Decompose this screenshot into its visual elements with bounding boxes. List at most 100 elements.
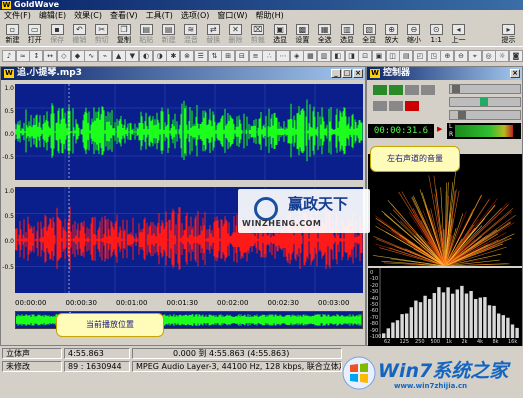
cue-button[interactable]: ▸ 提示 [498, 23, 519, 46]
close-button[interactable]: × [353, 69, 363, 78]
effect-button-36[interactable]: ☼ [495, 50, 510, 62]
effect-button-11[interactable]: ◑ [152, 50, 167, 62]
stop-icon[interactable] [421, 85, 435, 95]
effect-button-35[interactable]: ◎ [481, 50, 496, 62]
effect-button-13[interactable]: ⊗ [180, 50, 195, 62]
effect-button-32[interactable]: ⊕ [440, 50, 455, 62]
winzheng-logo-icon [254, 197, 278, 221]
delete-button[interactable]: ✕ 删除 [225, 23, 246, 46]
select-all-button[interactable]: ▦ 全选 [314, 23, 335, 46]
toolbar-label: 1:1 [430, 36, 442, 44]
spectrum-analyzer: 0 -10 -20 -30 -40 -50 -60 -70 -80 -90 -100 62 125 250… [368, 268, 522, 346]
effect-button-15[interactable]: ⇅ [207, 50, 222, 62]
effect-button-16[interactable]: ⊞ [221, 50, 236, 62]
record-icon[interactable] [405, 101, 419, 111]
menu-item-2[interactable]: 效果(C) [70, 10, 106, 22]
effect-button-2[interactable]: ↕ [29, 50, 44, 62]
zoom-in-button[interactable]: ⊕ 放大 [381, 23, 402, 46]
effect-button-30[interactable]: ◰ [413, 50, 427, 62]
ruler-label: 00:01:30 [166, 299, 198, 307]
controller-titlebar[interactable]: W 控制器 × [367, 67, 522, 80]
effect-button-34[interactable]: ⌖ [467, 50, 482, 62]
effect-button-7[interactable]: ⌁ [97, 50, 112, 62]
copy-button[interactable]: ❐ 复制 [114, 23, 135, 46]
effect-button-19[interactable]: ∴ [262, 50, 277, 62]
menu-item-5[interactable]: 选项(O) [177, 10, 214, 22]
menu-item-0[interactable]: 文件(F) [0, 10, 35, 22]
effect-button-3[interactable]: ↔ [43, 50, 58, 62]
toolbar-label: 选显 [273, 36, 288, 44]
replace-button[interactable]: ⇄ 替换 [203, 23, 224, 46]
minimize-button[interactable]: _ [331, 69, 341, 78]
effect-button-25[interactable]: ◨ [344, 50, 359, 62]
effect-button-5[interactable]: ◆ [70, 50, 85, 62]
effect-button-37[interactable]: ◙ [508, 50, 523, 62]
ruler-label: 00:02:30 [267, 299, 299, 307]
mix-button[interactable]: ≋ 混音 [180, 23, 201, 46]
pause-icon[interactable] [405, 85, 419, 95]
cut-button[interactable]: ✂ 剪切 [91, 23, 112, 46]
spectrum-axis-label: -50 [370, 302, 379, 308]
paste-new-button[interactable]: ▤ 新建 [158, 23, 179, 46]
select-view-button[interactable]: ▣ 选显 [270, 23, 291, 46]
maximize-button[interactable]: □ [342, 69, 352, 78]
effect-button-29[interactable]: ▤ [399, 50, 414, 62]
controller-close-button[interactable]: × [510, 69, 520, 78]
spectrum-bar [395, 320, 400, 338]
time-ruler[interactable]: 00:00:00 00:00:30 00:01:00 00:01:30 00:02:00… [15, 296, 363, 310]
effect-button-1[interactable]: ≈ [15, 50, 30, 62]
fast-forward-icon[interactable] [389, 101, 403, 111]
axis-label: -0.5 [2, 263, 14, 271]
effect-button-33[interactable]: ⊖ [454, 50, 469, 62]
menu-item-1[interactable]: 编辑(E) [35, 10, 70, 22]
zoom-out-icon: ⊖ [407, 24, 421, 35]
effect-button-4[interactable]: ◇ [56, 50, 71, 62]
left-channel-waveform[interactable] [15, 84, 363, 180]
effect-button-26[interactable]: ⊡ [358, 50, 373, 62]
wave-window-titlebar[interactable]: W 追.小提琴.mp3 _ □ × [1, 67, 365, 80]
previous-button[interactable]: ◂ 上一 [448, 23, 469, 46]
open-button[interactable]: ▭ 打开 [24, 23, 45, 46]
play-selection-icon[interactable] [389, 85, 403, 95]
paste-button[interactable]: ▤ 粘贴 [136, 23, 157, 46]
save-button[interactable]: ▪ 保存 [47, 23, 68, 46]
volume-slider[interactable] [449, 84, 521, 94]
toolbar-label: 保存 [50, 36, 65, 44]
effect-button-12[interactable]: ✱ [166, 50, 181, 62]
effect-button-20[interactable]: ⋯ [276, 50, 290, 62]
rewind-icon[interactable] [373, 101, 387, 111]
balance-slider[interactable] [449, 97, 521, 107]
menu-item-4[interactable]: 工具(T) [142, 10, 177, 22]
play-icon[interactable] [373, 85, 387, 95]
effect-button-6[interactable]: ∿ [84, 50, 99, 62]
menu-item-3[interactable]: 查看(V) [106, 10, 142, 22]
effect-button-9[interactable]: ▼ [125, 50, 140, 62]
effect-button-23[interactable]: ▥ [317, 50, 332, 62]
menu-item-6[interactable]: 窗口(W) [213, 10, 251, 22]
new-button[interactable]: ▫ 新建 [2, 23, 23, 46]
zoom-1to1-button[interactable]: ⊙ 1:1 [426, 23, 447, 46]
effect-button-14[interactable]: ☰ [193, 50, 208, 62]
effect-button-24[interactable]: ◧ [330, 50, 345, 62]
menu-item-7[interactable]: 帮助(H) [252, 10, 288, 22]
effect-button-28[interactable]: ◫ [385, 50, 400, 62]
effect-button-18[interactable]: ≡ [248, 50, 263, 62]
trim-button[interactable]: ⌧ 剪裁 [247, 23, 268, 46]
effect-button-31[interactable]: ◳ [426, 50, 441, 62]
set-button[interactable]: ▩ 设置 [292, 23, 313, 46]
zoom-out-button[interactable]: ⊖ 缩小 [403, 23, 424, 46]
effect-button-27[interactable]: ▣ [371, 50, 386, 62]
effect-button-0[interactable]: ♪ [2, 50, 16, 62]
select-shown-button[interactable]: ▥ 选显 [337, 23, 358, 46]
show-all-button[interactable]: ▧ 全显 [359, 23, 380, 46]
effect-button-17[interactable]: ⊟ [234, 50, 249, 62]
delete-icon: ✕ [229, 24, 242, 35]
effect-button-21[interactable]: ◈ [289, 50, 304, 62]
undo-button[interactable]: ↶ 撤销 [69, 23, 90, 46]
replace-icon: ⇄ [206, 24, 220, 35]
effect-button-8[interactable]: ▲ [111, 50, 126, 62]
effect-button-22[interactable]: ▦ [303, 50, 318, 62]
spectrum-bar [487, 305, 492, 338]
speed-slider[interactable] [449, 110, 521, 120]
effect-button-10[interactable]: ◐ [139, 50, 153, 62]
